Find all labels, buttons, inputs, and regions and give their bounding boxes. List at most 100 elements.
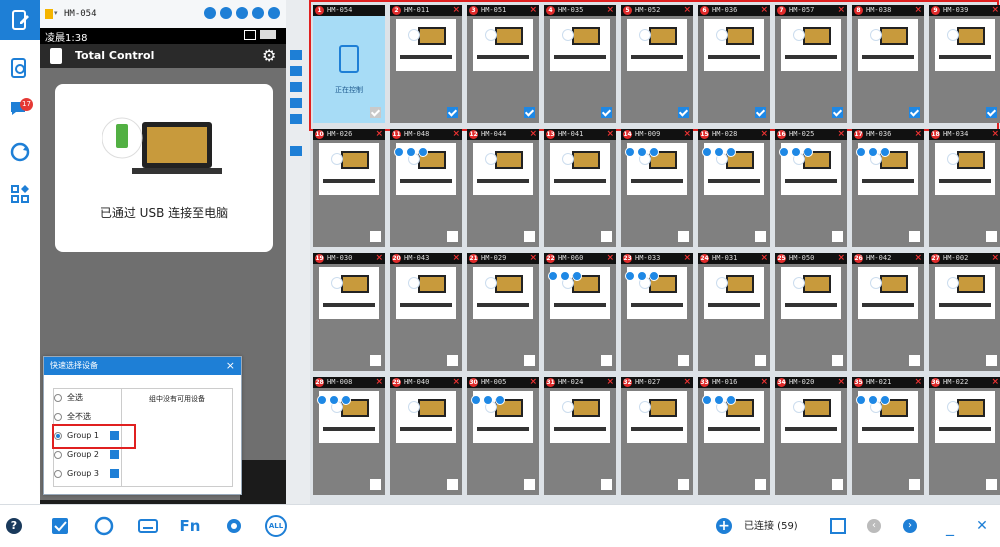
device-checkbox[interactable] — [524, 231, 535, 242]
device-thumbnail[interactable] — [319, 267, 379, 319]
device-card[interactable]: 7 HM-057 × — [775, 5, 847, 123]
device-thumbnail[interactable] — [319, 143, 379, 195]
device-card[interactable]: 25 HM-050 × — [775, 253, 847, 371]
device-checkbox[interactable] — [986, 479, 997, 490]
edit-icon[interactable] — [625, 147, 635, 157]
device-card[interactable]: 11 HM-048 × — [390, 129, 462, 247]
device-thumbnail[interactable] — [396, 19, 456, 71]
close-icon[interactable]: × — [683, 5, 691, 16]
device-card[interactable]: 10 HM-026 × — [313, 129, 385, 247]
info-icon[interactable] — [236, 7, 248, 19]
close-window-button[interactable]: ✕ — [968, 512, 996, 540]
edit-icon[interactable] — [702, 395, 712, 405]
close-icon[interactable]: × — [760, 5, 768, 16]
edit-icon[interactable] — [317, 395, 327, 405]
close-icon[interactable]: × — [375, 377, 383, 388]
close-icon[interactable]: × — [837, 129, 845, 140]
close-icon[interactable]: × — [452, 377, 460, 388]
close-icon[interactable]: × — [375, 253, 383, 264]
select-all-button[interactable] — [46, 512, 74, 540]
device-card[interactable]: 22 HM-060 × — [544, 253, 616, 371]
device-card[interactable]: 1 HM-054 正在控制 — [313, 5, 385, 123]
device-checkbox[interactable] — [755, 355, 766, 366]
device-checkbox[interactable] — [678, 479, 689, 490]
device-thumbnail[interactable] — [858, 267, 918, 319]
close-icon[interactable]: × — [991, 253, 999, 264]
edit-icon[interactable] — [856, 147, 866, 157]
device-thumbnail[interactable] — [627, 19, 687, 71]
edit-icon[interactable] — [548, 271, 558, 281]
device-checkbox[interactable] — [601, 479, 612, 490]
close-icon[interactable]: × — [760, 253, 768, 264]
close-icon[interactable]: × — [529, 5, 537, 16]
device-card[interactable]: 19 HM-030 × — [313, 253, 385, 371]
device-thumbnail[interactable] — [396, 391, 456, 443]
device-checkbox[interactable] — [755, 231, 766, 242]
fn-button[interactable]: Fn — [176, 512, 204, 540]
notes-icon[interactable] — [290, 82, 302, 92]
save-icon[interactable] — [110, 469, 119, 478]
device-checkbox[interactable] — [755, 107, 766, 118]
power-icon[interactable] — [572, 271, 582, 281]
device-card[interactable]: 4 HM-035 × — [544, 5, 616, 123]
prev-page-button[interactable]: ‹ — [860, 512, 888, 540]
device-thumbnail[interactable] — [781, 267, 841, 319]
device-checkbox[interactable] — [832, 107, 843, 118]
device-thumbnail[interactable] — [396, 267, 456, 319]
close-icon[interactable]: × — [452, 5, 460, 16]
device-card[interactable]: 6 HM-036 × — [698, 5, 770, 123]
help-button[interactable]: ? — [0, 512, 28, 540]
device-checkbox[interactable] — [909, 479, 920, 490]
device-card[interactable]: 20 HM-043 × — [390, 253, 462, 371]
radio[interactable] — [54, 450, 62, 459]
power-icon[interactable] — [880, 147, 890, 157]
device-checkbox[interactable] — [370, 107, 381, 118]
close-icon[interactable]: × — [606, 5, 614, 16]
device-thumbnail[interactable] — [473, 19, 533, 71]
device-checkbox[interactable] — [678, 355, 689, 366]
device-card[interactable]: 5 HM-052 × — [621, 5, 693, 123]
device-thumbnail[interactable] — [550, 143, 610, 195]
close-icon[interactable]: × — [683, 253, 691, 264]
device-card[interactable]: 8 HM-038 × — [852, 5, 924, 123]
device-thumbnail[interactable] — [550, 391, 610, 443]
device-card[interactable]: 34 HM-020 × — [775, 377, 847, 495]
device-checkbox[interactable] — [601, 355, 612, 366]
device-card[interactable]: 35 HM-021 × — [852, 377, 924, 495]
device-checkbox[interactable] — [909, 355, 920, 366]
close-icon[interactable]: × — [914, 253, 922, 264]
device-card[interactable]: 26 HM-042 × — [852, 253, 924, 371]
add-device-button[interactable]: + — [710, 512, 738, 540]
close-icon[interactable]: × — [683, 129, 691, 140]
device-settings-button[interactable] — [220, 512, 248, 540]
close-icon[interactable]: × — [529, 129, 537, 140]
device-card[interactable]: 21 HM-029 × — [467, 253, 539, 371]
close-icon[interactable]: × — [606, 377, 614, 388]
device-thumbnail[interactable] — [550, 19, 610, 71]
device-checkbox[interactable] — [524, 479, 535, 490]
radio[interactable] — [54, 469, 62, 478]
device-card[interactable]: 27 HM-002 × — [929, 253, 1000, 371]
gear-icon[interactable]: ⚙ — [262, 46, 276, 65]
power-icon[interactable] — [341, 395, 351, 405]
image-icon[interactable] — [290, 50, 302, 60]
device-card[interactable]: 36 HM-022 × — [929, 377, 1000, 495]
device-checkbox[interactable] — [678, 107, 689, 118]
edit-icon[interactable] — [702, 147, 712, 157]
close-icon[interactable]: × — [226, 357, 235, 375]
power-icon[interactable] — [418, 147, 428, 157]
device-card[interactable]: 13 HM-041 × — [544, 129, 616, 247]
device-checkbox[interactable] — [447, 231, 458, 242]
close-icon[interactable]: × — [914, 129, 922, 140]
device-checkbox[interactable] — [832, 355, 843, 366]
device-checkbox[interactable] — [447, 355, 458, 366]
apk-icon[interactable] — [290, 98, 302, 108]
device-card[interactable]: 3 HM-051 × — [467, 5, 539, 123]
device-card[interactable]: 28 HM-008 × — [313, 377, 385, 495]
device-checkbox[interactable] — [832, 231, 843, 242]
device-card[interactable]: 17 HM-036 × — [852, 129, 924, 247]
close-icon[interactable]: × — [529, 377, 537, 388]
edit-icon[interactable] — [856, 395, 866, 405]
device-checkbox[interactable] — [447, 107, 458, 118]
settings-icon[interactable] — [868, 395, 878, 405]
